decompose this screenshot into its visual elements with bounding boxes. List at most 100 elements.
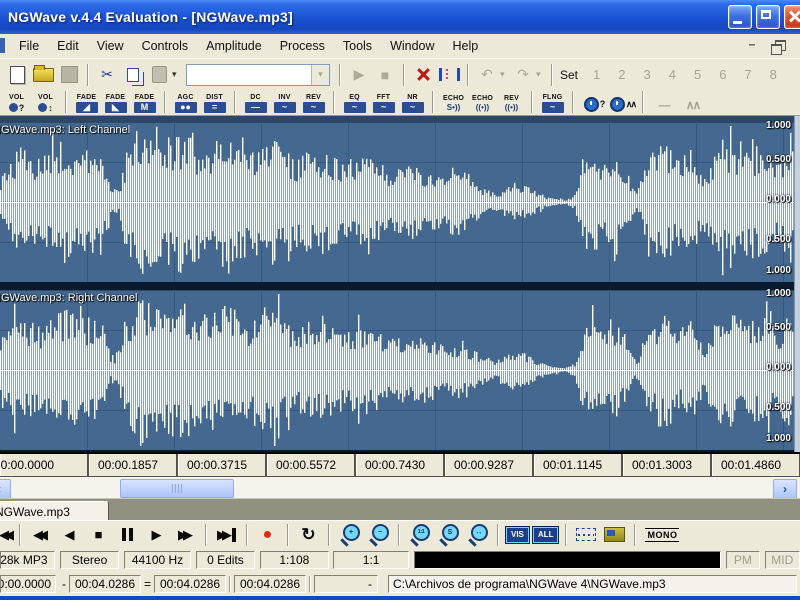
fx-fade-out-icon: ◣ [105, 102, 127, 113]
fx-fade-custom-button[interactable]: FADEM [131, 91, 158, 113]
window-title: NGWave v.4.4 Evaluation - [NGWave.mp3] [8, 9, 293, 25]
copy-icon [127, 68, 139, 82]
zoom-fit-button[interactable]: ↔ [463, 523, 492, 547]
save-icon [61, 66, 78, 83]
play-icon: ▶ [152, 523, 162, 547]
fx-fade-in-label: FADE [77, 94, 96, 101]
play-button[interactable]: ▶ [142, 523, 171, 547]
selection-combobox[interactable]: ▾ [186, 64, 330, 86]
mono-button[interactable]: MONO [641, 523, 683, 547]
fx-echo-button[interactable]: ECHO((•)) [469, 91, 496, 113]
fx-echo-simple-icon: S•)) [447, 103, 460, 113]
maximize-button[interactable] [756, 5, 780, 29]
file-properties-button[interactable] [600, 523, 629, 547]
menu-edit[interactable]: Edit [48, 36, 88, 56]
new-file-icon [10, 66, 25, 84]
copy-button[interactable] [120, 62, 146, 88]
menu-view[interactable]: View [88, 36, 133, 56]
show-visible-button[interactable]: VIS [504, 523, 531, 547]
show-all-button[interactable]: ALL [531, 523, 561, 547]
mdi-minimize-button[interactable]: – [742, 37, 762, 51]
pause-button[interactable] [113, 523, 142, 547]
status-bar: 128k MP3Stereo44100 Hz0 Edits1:1081:1PMM… [0, 548, 800, 572]
fx-agc-button[interactable]: AGC●● [172, 91, 199, 113]
trim-icon [439, 68, 460, 81]
go-start-button[interactable]: ◀◀ [0, 523, 14, 547]
fx-flanger-icon: ~ [542, 102, 564, 113]
fx-time-query-button[interactable]: ? [580, 91, 607, 113]
document-icon [0, 38, 5, 53]
status-channel-mode: Stereo [60, 551, 119, 569]
time-ruler[interactable]: 00:00.000000:00.185700:00.371500:00.5572… [0, 452, 800, 476]
fx-equalizer-label: EQ [349, 94, 360, 101]
waveform-view[interactable]: NGWave.mp3: Left Channel NGWave.mp3: Rig… [0, 116, 800, 452]
fx-equalizer-button[interactable]: EQ~ [341, 91, 368, 113]
minimize-button[interactable] [728, 5, 752, 29]
horizontal-scrollbar[interactable]: ‹ › [0, 476, 800, 498]
menu-window[interactable]: Window [381, 36, 443, 56]
delete-button[interactable] [410, 62, 436, 88]
zoom-selection-button[interactable]: S [434, 523, 463, 547]
menu-controls[interactable]: Controls [133, 36, 198, 56]
fx-noise-reduction-button[interactable]: NR~ [399, 91, 426, 113]
fx-time-query-icon: ? [584, 97, 604, 111]
fx-fft-filter-button[interactable]: FFT~ [370, 91, 397, 113]
zoom-1-1-button[interactable]: 1:1 [405, 523, 434, 547]
zoom-selection-icon: S [438, 524, 460, 546]
paste-dropdown-arrow[interactable]: ▾ [172, 69, 182, 80]
fx-time-stretch-icon: ∧∧ [610, 97, 635, 111]
stop-button[interactable]: ■ [84, 523, 113, 547]
time-tick-6: 00:01.1145 [534, 454, 623, 476]
fx-fade-in-button[interactable]: FADE◢ [73, 91, 100, 113]
menu-file[interactable]: File [10, 36, 48, 56]
open-file-button[interactable] [30, 62, 56, 88]
menu-help[interactable]: Help [444, 36, 488, 56]
trim-button[interactable] [436, 62, 462, 88]
close-button[interactable] [784, 5, 800, 29]
selection-start: 00:00.0000 [0, 575, 56, 593]
fx-generate-wave-button: ∧∧ [679, 91, 706, 113]
fx-flanger-button[interactable]: FLNG~ [539, 91, 566, 113]
scrollbar-thumb[interactable] [120, 479, 234, 498]
amplitude-scale-left-3: 0.500 [766, 235, 791, 245]
tab-ngwave-mp3[interactable]: NGWave.mp3 [0, 501, 109, 522]
amplitude-scale-right-4: 1.000 [766, 434, 791, 444]
loop-button[interactable]: ↻ [294, 523, 323, 547]
scroll-right-button[interactable]: › [773, 479, 797, 499]
status-bitrate: 128k MP3 [0, 551, 55, 569]
menu-amplitude[interactable]: Amplitude [197, 36, 271, 56]
amplitude-scale-left-1: 0.500 [766, 155, 791, 165]
play-backward-button[interactable]: ◀ [55, 523, 84, 547]
go-end-button[interactable]: ▶▶ [212, 523, 241, 547]
fx-fade-custom-label: FADE [135, 94, 154, 101]
fx-time-stretch-button[interactable]: ∧∧ [609, 91, 636, 113]
record-button[interactable]: ● [253, 523, 282, 547]
fx-dc-offset-button[interactable]: DC— [242, 91, 269, 113]
menu-tools[interactable]: Tools [334, 36, 381, 56]
fx-reverse-button[interactable]: REV~ [300, 91, 327, 113]
rewind-button[interactable]: ◀◀ [26, 523, 55, 547]
zoom-out-icon: − [368, 524, 390, 546]
zoom-out-button[interactable]: − [364, 523, 393, 547]
fx-distortion-button[interactable]: DIST= [201, 91, 228, 113]
set-marker-8: 8 [770, 67, 777, 82]
fx-reverb-button[interactable]: REV((•)) [498, 91, 525, 113]
cut-button[interactable]: ✂ [94, 62, 120, 88]
new-file-button[interactable] [4, 62, 30, 88]
selection-grid-button[interactable] [572, 523, 600, 547]
menu-process[interactable]: Process [271, 36, 334, 56]
selection-status-bar: 00:00.0000-00:04.0286=00:04.028600:04.02… [0, 572, 800, 596]
fx-volume-query-button[interactable]: VOL? [3, 91, 30, 113]
level-meter [414, 551, 721, 569]
fx-echo-simple-button[interactable]: ECHOS•)) [440, 91, 467, 113]
vertical-scrollbar[interactable] [794, 116, 800, 452]
fast-forward-button[interactable]: ▶▶ [171, 523, 200, 547]
scroll-left-button[interactable]: ‹ [0, 479, 11, 499]
mdi-restore-button[interactable] [768, 37, 788, 53]
fx-invert-button[interactable]: INV~ [271, 91, 298, 113]
zoom-in-button[interactable]: + [335, 523, 364, 547]
fx-flanger-label: FLNG [543, 94, 563, 101]
fx-volume-adjust-button[interactable]: VOL↕ [32, 91, 59, 113]
fx-fade-out-button[interactable]: FADE◣ [102, 91, 129, 113]
toolbar-play-button: ▶ [346, 62, 372, 88]
